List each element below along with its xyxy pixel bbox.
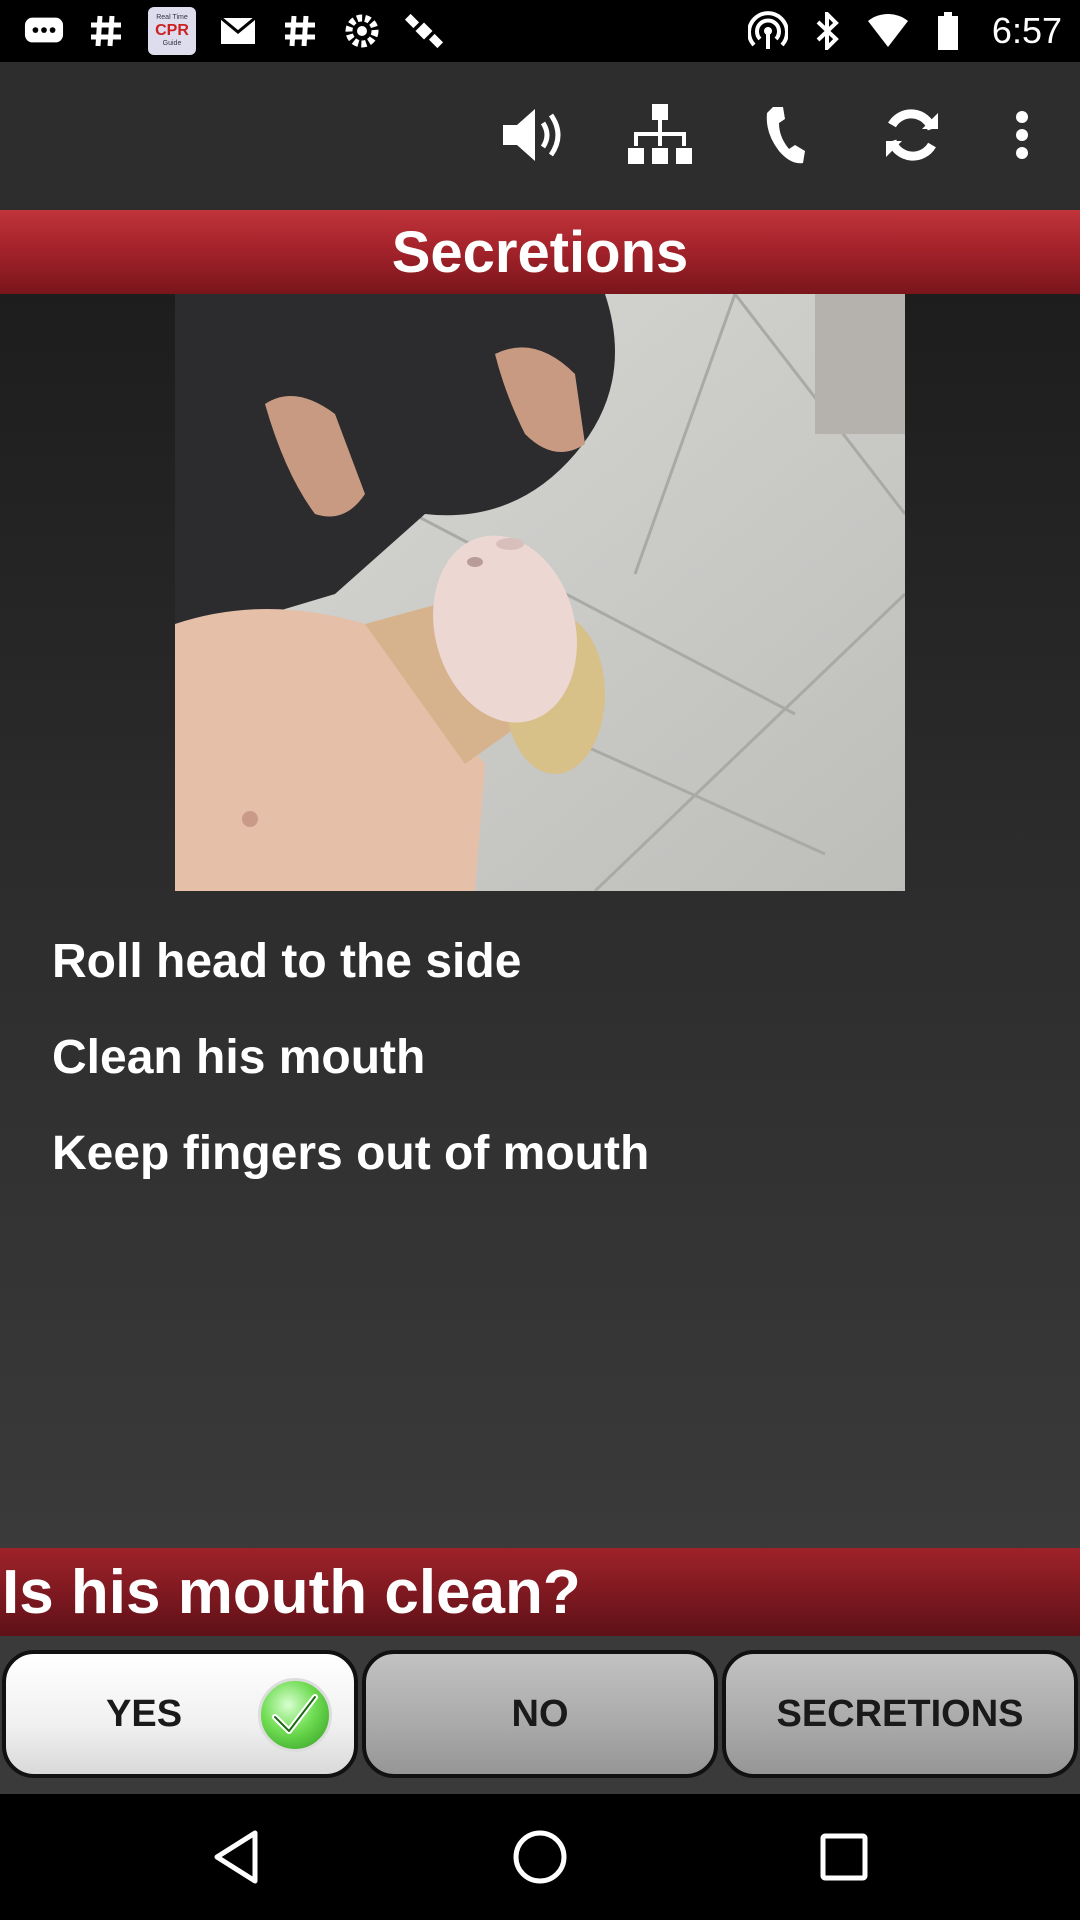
volume-icon[interactable]	[496, 97, 572, 173]
message-icon	[24, 11, 64, 51]
mail-icon	[218, 11, 258, 51]
refresh-icon[interactable]	[874, 97, 950, 173]
question-text: Is his mouth clean?	[2, 1557, 581, 1627]
page-title: Secretions	[391, 219, 689, 285]
more-options-icon[interactable]	[984, 97, 1060, 173]
content-area: Roll head to the side Clean his mouth Ke…	[0, 294, 1080, 1548]
phone-icon[interactable]	[748, 97, 824, 173]
settings-gear-icon	[342, 11, 382, 51]
hotspot-icon	[747, 11, 788, 51]
status-bar: Real Time CPR Guide 6:57	[0, 0, 1080, 62]
secretions-button[interactable]: SECRETIONS	[722, 1650, 1078, 1778]
instruction-item: Roll head to the side	[52, 935, 522, 988]
instruction-item: Clean his mouth	[52, 1031, 426, 1084]
action-bar	[0, 62, 1080, 210]
recents-icon[interactable]	[806, 1819, 882, 1895]
question-band: Is his mouth clean?	[0, 1548, 1080, 1636]
bluetooth-icon	[808, 11, 848, 51]
checkmark-icon	[258, 1678, 332, 1752]
yes-button[interactable]: YES	[2, 1650, 358, 1778]
sitemap-icon[interactable]	[622, 97, 698, 173]
back-icon[interactable]	[198, 1819, 274, 1895]
system-icons: 6:57	[747, 8, 1062, 54]
cpr-app-icon: Real Time CPR Guide	[148, 7, 196, 55]
cpr-manikin-photo	[175, 294, 905, 891]
battery-icon	[928, 11, 968, 51]
yes-button-label: YES	[106, 1692, 183, 1735]
no-button[interactable]: NO	[362, 1650, 718, 1778]
instruction-item: Keep fingers out of mouth	[52, 1127, 650, 1180]
no-button-label: NO	[511, 1692, 569, 1735]
hashtag-icon	[280, 11, 320, 51]
satellite-icon	[404, 11, 444, 51]
navigation-bar	[0, 1794, 1080, 1920]
home-icon[interactable]	[502, 1819, 578, 1895]
hashtag-icon	[86, 11, 126, 51]
secretions-button-label: SECRETIONS	[776, 1692, 1024, 1735]
instruction-list: Roll head to the side Clean his mouth Ke…	[52, 914, 649, 1202]
notification-icons: Real Time CPR Guide	[24, 7, 444, 55]
clock: 6:57	[991, 10, 1062, 51]
answer-button-row: YES NO SECRETIONS	[0, 1636, 1080, 1794]
title-band: Secretions	[0, 210, 1080, 294]
wifi-signal-icon	[867, 11, 908, 51]
